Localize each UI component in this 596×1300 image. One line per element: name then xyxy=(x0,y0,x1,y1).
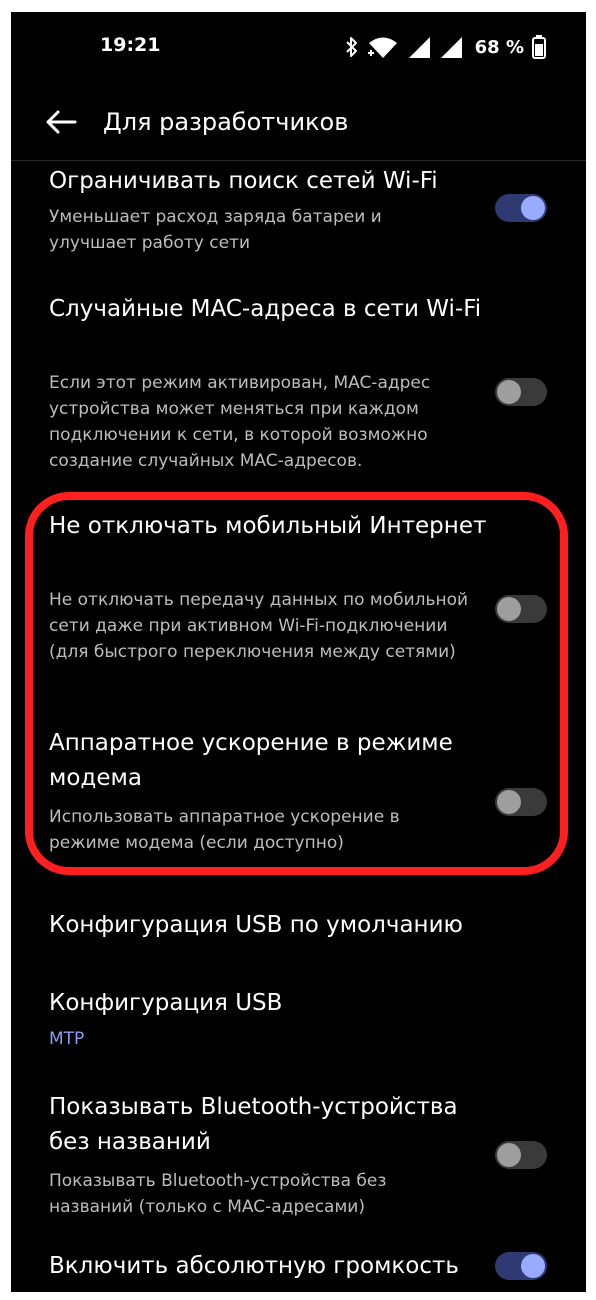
battery-percent: 68 % xyxy=(474,36,524,58)
page-title: Для разработчиков xyxy=(103,108,349,136)
status-time: 19:21 xyxy=(100,34,161,56)
toggle-switch[interactable] xyxy=(495,194,547,222)
signal-icon xyxy=(439,35,463,59)
setting-value: MTP xyxy=(49,1029,85,1049)
phone-screen: 19:21 68 % Для разработчиков Ограничиват… xyxy=(11,12,586,1292)
toggle-switch[interactable] xyxy=(495,1141,547,1169)
setting-title: Случайные MAC-адреса в сети Wi-Fi xyxy=(49,296,482,322)
toggle-switch[interactable] xyxy=(495,595,547,623)
setting-show-unnamed-bluetooth[interactable]: Показывать Bluetooth-устройства без назв… xyxy=(11,1090,586,1220)
status-bar: 19:21 68 % xyxy=(11,12,586,82)
setting-description: Не отключать передачу данных по мобильно… xyxy=(49,590,469,662)
setting-default-usb-config[interactable]: Конфигурация USB по умолчанию xyxy=(11,908,586,958)
setting-description: Уменьшает расход заряда батареи и улучша… xyxy=(49,207,382,253)
setting-title: Аппаратное ускорение в режиме модема xyxy=(49,730,453,791)
wifi-icon xyxy=(367,35,399,59)
toggle-knob xyxy=(497,597,521,621)
setting-absolute-volume[interactable]: Включить абсолютную громкость xyxy=(11,1249,586,1292)
setting-description: Если этот режим активирован, MAC-адрес у… xyxy=(49,373,431,471)
setting-title: Не отключать мобильный Интернет xyxy=(49,513,487,539)
setting-title: Показывать Bluetooth-устройства без назв… xyxy=(49,1094,458,1155)
bluetooth-icon xyxy=(345,36,359,58)
toggle-switch[interactable] xyxy=(495,788,547,816)
setting-title: Включить абсолютную громкость xyxy=(49,1253,459,1279)
setting-mobile-data-always-on[interactable]: Не отключать мобильный Интернет Не отклю… xyxy=(11,509,586,709)
toggle-switch[interactable] xyxy=(495,378,547,406)
toggle-knob xyxy=(521,196,545,220)
setting-description: Использовать аппаратное ускорение в режи… xyxy=(49,807,400,853)
app-header: Для разработчиков xyxy=(11,94,586,161)
battery-icon xyxy=(532,35,546,59)
back-button[interactable] xyxy=(41,104,81,144)
arrow-left-icon xyxy=(45,110,77,138)
setting-title: Конфигурация USB xyxy=(49,990,283,1016)
setting-random-mac[interactable]: Случайные MAC-адреса в сети Wi-Fi Если э… xyxy=(11,292,586,492)
toggle-knob xyxy=(497,1143,521,1167)
toggle-switch[interactable] xyxy=(495,1252,547,1280)
settings-list: Ограничивать поиск сетей Wi-Fi Уменьшает… xyxy=(11,162,586,1292)
toggle-knob xyxy=(497,380,521,404)
setting-title: Конфигурация USB по умолчанию xyxy=(49,912,463,938)
setting-wifi-scan-throttle[interactable]: Ограничивать поиск сетей Wi-Fi Уменьшает… xyxy=(11,162,586,272)
toggle-knob xyxy=(497,790,521,814)
setting-tethering-hw-acceleration[interactable]: Аппаратное ускорение в режиме модема Исп… xyxy=(11,726,586,876)
toggle-knob xyxy=(521,1254,545,1278)
setting-usb-config[interactable]: Конфигурация USB MTP xyxy=(11,986,586,1066)
setting-description: Показывать Bluetooth-устройства без назв… xyxy=(49,1171,387,1217)
signal-icon xyxy=(407,35,431,59)
setting-title: Ограничивать поиск сетей Wi-Fi xyxy=(49,168,438,194)
status-icons: 68 % xyxy=(345,34,546,60)
